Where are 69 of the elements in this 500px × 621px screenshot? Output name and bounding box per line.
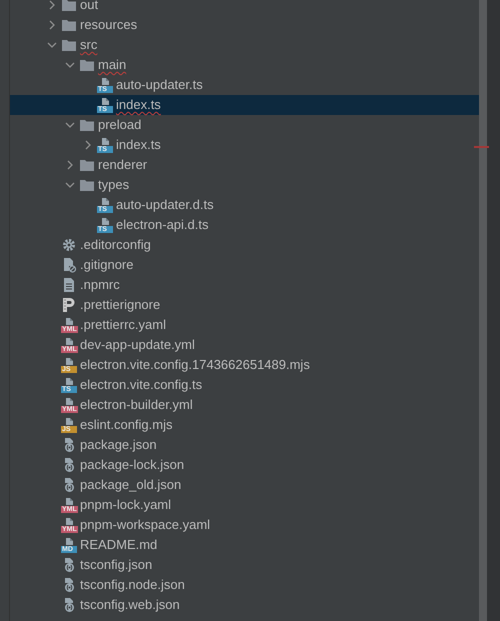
tree-row[interactable]: resources bbox=[10, 15, 479, 35]
collapse-chevron-icon[interactable] bbox=[65, 120, 75, 130]
file-name: .prettierrc.yaml bbox=[80, 317, 166, 333]
file-name: eslint.config.mjs bbox=[80, 417, 172, 433]
tree-row[interactable]: .editorconfig bbox=[10, 235, 479, 255]
gear-icon bbox=[61, 237, 77, 253]
file-name: README.md bbox=[80, 537, 158, 553]
error-stripe-marker bbox=[474, 146, 489, 148]
file-name: tsconfig.node.json bbox=[80, 577, 185, 593]
file-name: auto-updater.d.ts bbox=[116, 197, 214, 213]
tree-row[interactable]: package_old.json bbox=[10, 475, 479, 495]
file-name: auto-updater.ts bbox=[116, 77, 203, 93]
expand-chevron-icon[interactable] bbox=[47, 20, 57, 30]
collapse-chevron-icon[interactable] bbox=[47, 40, 57, 50]
folder-icon bbox=[79, 57, 95, 73]
folder-icon bbox=[61, 17, 77, 33]
expand-chevron-icon[interactable] bbox=[83, 140, 93, 150]
folder-icon bbox=[61, 37, 77, 53]
prettier-file-icon bbox=[61, 297, 77, 313]
file-name: types bbox=[98, 177, 130, 193]
file-name: .prettierignore bbox=[80, 297, 160, 313]
file-name: package-lock.json bbox=[80, 457, 184, 473]
file-name: .npmrc bbox=[80, 277, 120, 293]
file-name: resources bbox=[80, 17, 138, 33]
file-name: index.ts bbox=[116, 97, 161, 113]
tree-row[interactable]: out bbox=[10, 0, 479, 15]
file-name: electron-builder.yml bbox=[80, 397, 193, 413]
file-name: .gitignore bbox=[80, 257, 134, 273]
file-name: electron.vite.config.ts bbox=[80, 377, 202, 393]
file-name: preload bbox=[98, 117, 142, 133]
file-name: renderer bbox=[98, 157, 148, 173]
text-file-icon bbox=[61, 277, 77, 293]
file-name: pnpm-workspace.yaml bbox=[80, 517, 210, 533]
tree-row[interactable]: preload bbox=[10, 115, 479, 135]
file-name: tsconfig.web.json bbox=[80, 597, 180, 613]
file-name: electron.vite.config.1743662651489.mjs bbox=[80, 357, 310, 373]
file-name: tsconfig.json bbox=[80, 557, 152, 573]
expand-chevron-icon[interactable] bbox=[65, 160, 75, 170]
tree-row[interactable]: src bbox=[10, 35, 479, 55]
file-name: src bbox=[80, 37, 98, 53]
file-name: index.ts bbox=[116, 137, 161, 153]
file-name: .editorconfig bbox=[80, 237, 151, 253]
folder-icon bbox=[61, 0, 77, 13]
file-name: package.json bbox=[80, 437, 157, 453]
tree-row[interactable]: .prettierignore bbox=[10, 295, 479, 315]
tree-row[interactable]: tsconfig.web.json bbox=[10, 595, 479, 615]
folder-icon bbox=[79, 177, 95, 193]
tree-row[interactable]: .npmrc bbox=[10, 275, 479, 295]
tree-row[interactable]: package.json bbox=[10, 435, 479, 455]
tree-row[interactable]: types bbox=[10, 175, 479, 195]
file-name: electron-api.d.ts bbox=[116, 217, 208, 233]
ignore-file-icon bbox=[61, 257, 77, 273]
collapse-chevron-icon[interactable] bbox=[65, 180, 75, 190]
tree-row[interactable]: .gitignore bbox=[10, 255, 479, 275]
tree-row[interactable]: tsconfig.node.json bbox=[10, 575, 479, 595]
file-name: package_old.json bbox=[80, 477, 182, 493]
folder-icon bbox=[79, 117, 95, 133]
folder-icon bbox=[79, 157, 95, 173]
file-name: dev-app-update.yml bbox=[80, 337, 195, 353]
tree-row[interactable]: main bbox=[10, 55, 479, 75]
expand-chevron-icon[interactable] bbox=[47, 0, 57, 10]
file-name: pnpm-lock.yaml bbox=[80, 497, 172, 513]
collapse-chevron-icon[interactable] bbox=[65, 60, 75, 70]
scrollbar[interactable] bbox=[479, 0, 487, 621]
tree-row[interactable]: package-lock.json bbox=[10, 455, 479, 475]
tree-row[interactable]: renderer bbox=[10, 155, 479, 175]
file-name: out bbox=[80, 0, 98, 13]
tree-row[interactable]: tsconfig.json bbox=[10, 555, 479, 575]
file-name: main bbox=[98, 57, 126, 73]
